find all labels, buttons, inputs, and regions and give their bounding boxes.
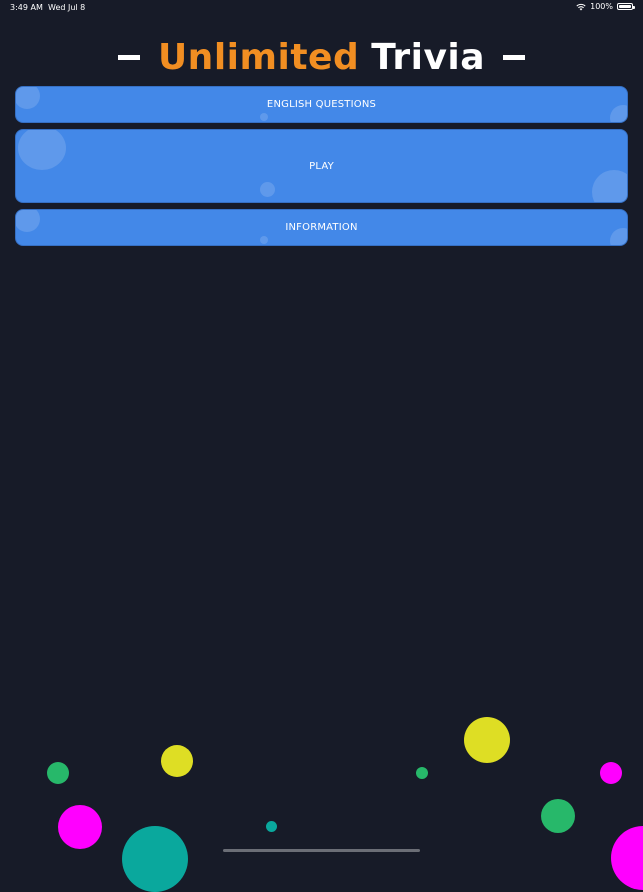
title-unlimited: Unlimited — [157, 36, 360, 78]
bubble-decoration — [610, 228, 627, 245]
confetti-circle-green — [47, 762, 69, 784]
confetti-circle-teal — [122, 826, 188, 892]
bubble-decoration — [260, 236, 268, 244]
title-dash-left — [117, 54, 140, 60]
bubble-decoration — [260, 113, 268, 121]
confetti-circle-green — [541, 799, 575, 833]
status-bar: 3:49 AM Wed Jul 8 100% — [0, 0, 643, 16]
app-title: Unlimited Trivia — [0, 36, 643, 78]
battery-icon — [617, 3, 635, 10]
information-button[interactable]: INFORMATION — [15, 209, 628, 246]
information-label: INFORMATION — [285, 222, 358, 233]
confetti-circle-yellow — [161, 745, 193, 777]
bubble-decoration — [610, 105, 627, 122]
bubble-decoration — [592, 170, 627, 202]
bubble-decoration — [16, 87, 40, 109]
english-questions-label: ENGLISH QUESTIONS — [266, 99, 377, 110]
status-right: 100% — [576, 2, 635, 11]
title-dash-right — [503, 54, 526, 60]
bubble-decoration — [18, 130, 66, 170]
status-time: 3:49 AM — [10, 3, 43, 12]
play-button[interactable]: PLAY — [15, 129, 628, 203]
english-questions-button[interactable]: ENGLISH QUESTIONS — [15, 86, 628, 123]
home-indicator[interactable] — [223, 849, 420, 852]
confetti-circle-yellow — [464, 717, 510, 763]
bubble-decoration — [260, 182, 275, 197]
wifi-icon — [576, 3, 586, 11]
confetti-circle-magenta — [600, 762, 622, 784]
battery-percentage: 100% — [590, 2, 613, 11]
play-label: PLAY — [309, 160, 334, 172]
title-trivia: Trivia — [371, 36, 486, 78]
status-date: Wed Jul 8 — [48, 3, 86, 12]
confetti-circle-green — [416, 767, 428, 779]
bubble-decoration — [16, 210, 40, 232]
confetti-circle-teal — [266, 821, 277, 832]
confetti-circle-magenta — [611, 826, 643, 890]
confetti-circle-magenta — [58, 805, 102, 849]
